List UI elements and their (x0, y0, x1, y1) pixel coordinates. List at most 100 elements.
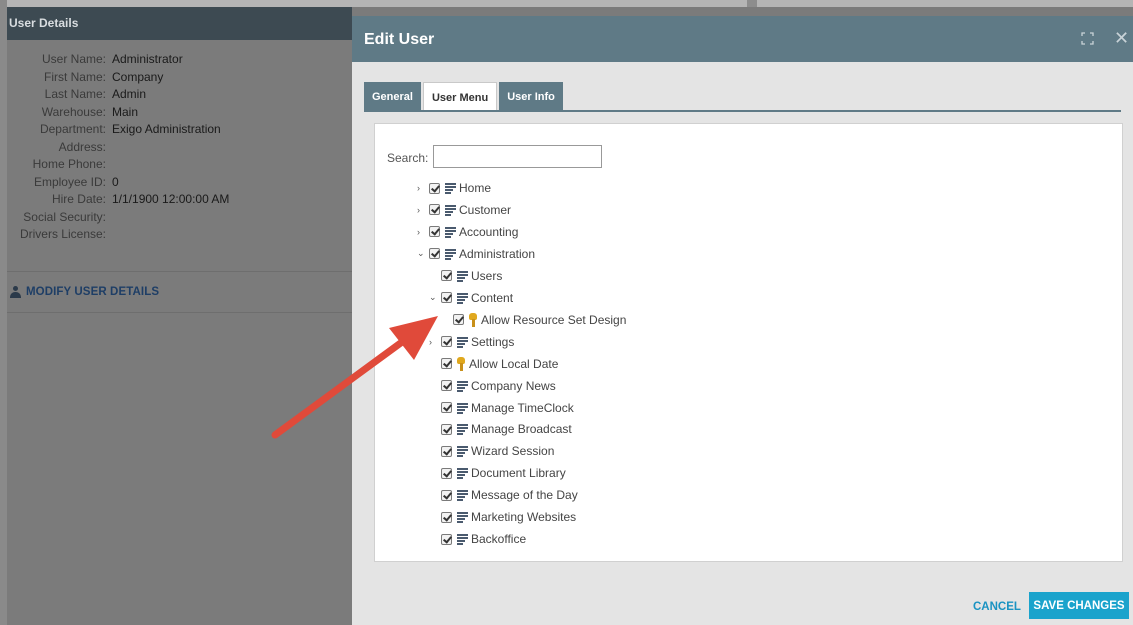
tree-item[interactable]: › Settings (429, 333, 514, 351)
modify-user-details-link[interactable]: MODIFY USER DETAILS (26, 286, 159, 298)
user-detail-label: Drivers License: (19, 227, 106, 241)
user-detail-row: Department: Exigo Administration (7, 121, 352, 139)
user-detail-value: Main (112, 104, 139, 119)
chevron-right-icon[interactable]: › (429, 337, 441, 347)
tree-item[interactable]: ⌄ Content (429, 289, 513, 307)
list-icon (457, 380, 468, 392)
list-icon (457, 468, 468, 480)
tree-item-checkbox[interactable] (429, 226, 440, 238)
background-top-segment (7, 0, 747, 7)
user-detail-value: 0 (112, 174, 119, 189)
tree-item-label: Customer (459, 202, 512, 217)
user-icon (10, 286, 21, 298)
list-icon (457, 336, 468, 348)
tree-item[interactable]: › Home (417, 179, 491, 197)
tree-item-label: Message of the Day (471, 488, 578, 503)
chevron-right-icon[interactable]: › (417, 183, 429, 193)
user-detail-label: Last Name: (44, 87, 106, 101)
tree-item-label: Company News (471, 378, 556, 393)
list-icon (445, 248, 456, 260)
tab-user-info[interactable]: User Info (499, 82, 563, 111)
tree-item-checkbox[interactable] (429, 204, 440, 216)
tree-item[interactable]: Backoffice (429, 530, 526, 548)
list-icon (457, 402, 468, 414)
modify-user-bar[interactable]: MODIFY USER DETAILS (7, 271, 352, 313)
user-detail-label: Social Security: (23, 209, 106, 224)
tree-item[interactable]: ⌄ Administration (417, 245, 535, 263)
user-detail-row: Home Phone: (7, 156, 352, 174)
list-icon (445, 183, 456, 194)
tree-item[interactable]: Manage TimeClock (429, 399, 574, 417)
tree-item-checkbox[interactable] (429, 248, 440, 260)
tab-general[interactable]: General (364, 82, 421, 111)
user-detail-row: Hire Date: 1/1/1900 12:00:00 AM (7, 191, 352, 209)
tree-item-label: Manage TimeClock (471, 400, 574, 415)
tree-item-checkbox[interactable] (441, 380, 452, 392)
close-icon[interactable]: ✕ (1114, 29, 1129, 47)
save-changes-button[interactable]: SAVE CHANGES (1029, 592, 1129, 619)
chevron-right-icon[interactable]: › (417, 227, 429, 237)
modal-header: Edit User ✕ (352, 16, 1133, 62)
user-details-header: User Details (7, 7, 352, 40)
tab-user-menu[interactable]: User Menu (422, 82, 498, 112)
list-icon (457, 512, 468, 524)
tree-item-checkbox[interactable] (441, 402, 452, 413)
tree-item-checkbox[interactable] (441, 423, 452, 435)
edit-user-modal: Edit User ✕ General User Menu User Info Se… (352, 16, 1133, 625)
cancel-button[interactable]: CANCEL (973, 595, 1021, 619)
search-input[interactable] (433, 145, 602, 168)
tree-item[interactable]: Allow Resource Set Design (441, 311, 626, 329)
list-icon (457, 490, 468, 502)
tree-item[interactable]: Allow Local Date (429, 355, 558, 373)
user-detail-value: Company (112, 69, 164, 84)
tree-item-label: Accounting (459, 224, 519, 239)
tree-item-label: Marketing Websites (471, 510, 577, 525)
background-top-strip (0, 0, 1133, 7)
modal-footer: CANCEL SAVE CHANGES (352, 592, 1133, 625)
tree-item-label: Settings (471, 334, 515, 349)
background-top-segment (757, 0, 1133, 7)
tree-item-checkbox[interactable] (453, 314, 464, 326)
user-details-panel: User Details User Name: Administrator Firs… (7, 7, 352, 625)
tree-item-checkbox[interactable] (441, 533, 452, 545)
tree-item[interactable]: Document Library (429, 464, 566, 482)
list-icon (457, 270, 468, 282)
tree-item[interactable]: Wizard Session (429, 442, 554, 460)
user-detail-label: Hire Date: (51, 192, 106, 206)
tree-item-checkbox[interactable] (429, 182, 440, 194)
tree-item-label: Manage Broadcast (471, 422, 572, 437)
tree-item-label: Home (459, 181, 492, 195)
tree-item[interactable]: Manage Broadcast (429, 420, 572, 438)
user-detail-row: First Name: Company (7, 69, 352, 87)
tree-item[interactable]: › Accounting (417, 223, 518, 241)
key-icon (457, 356, 465, 371)
tree-item-checkbox[interactable] (441, 292, 452, 304)
chevron-down-icon[interactable]: ⌄ (429, 292, 441, 303)
user-detail-label: Warehouse: (41, 104, 106, 119)
tree-item[interactable]: Marketing Websites (429, 508, 576, 526)
tree-item[interactable]: Company News (429, 377, 556, 395)
user-detail-label: Department: (39, 122, 106, 136)
tree-item[interactable]: Users (429, 267, 502, 285)
list-icon (445, 226, 456, 238)
user-detail-row: Warehouse: Main (7, 104, 352, 122)
user-detail-list: User Name: Administrator First Name: Compan… (7, 40, 352, 244)
tree-item-checkbox[interactable] (441, 467, 452, 479)
user-detail-row: Address: (7, 139, 352, 157)
chevron-down-icon[interactable]: ⌄ (417, 248, 429, 259)
tree-item-checkbox[interactable] (441, 270, 452, 282)
tree-item-checkbox[interactable] (441, 358, 452, 370)
tree-item-checkbox[interactable] (441, 489, 452, 501)
tree-item-checkbox[interactable] (441, 511, 452, 523)
tree-item[interactable]: Message of the Day (429, 486, 578, 504)
tree-item-label: Allow Local Date (469, 356, 559, 371)
expand-icon[interactable] (1081, 32, 1094, 45)
chevron-right-icon[interactable]: › (417, 205, 429, 215)
search-label: Search: (387, 151, 429, 165)
user-detail-row: User Name: Administrator (7, 51, 352, 69)
tree-item-checkbox[interactable] (441, 445, 452, 457)
tree-item-checkbox[interactable] (441, 336, 452, 348)
tree-item[interactable]: › Customer (417, 201, 511, 219)
tree-item-label: Backoffice (471, 532, 527, 547)
tree-item-label: Document Library (471, 466, 566, 481)
